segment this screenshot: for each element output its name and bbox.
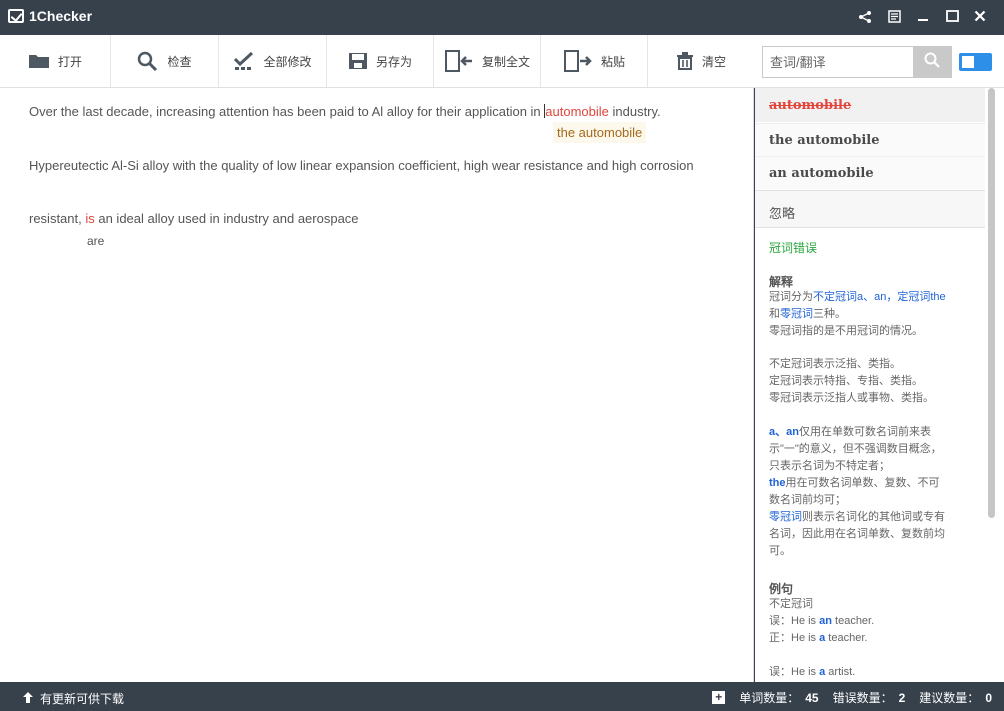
scrollbar-thumb[interactable] bbox=[988, 88, 995, 518]
panel-toggle[interactable] bbox=[959, 53, 992, 71]
suggestion-option-label: an automobile bbox=[769, 166, 874, 181]
toolbar: 打开 检查 全部修改 另存为 复制全文 粘贴 清空 bbox=[0, 35, 1004, 88]
suggestion-count: 建议数量： 0 bbox=[919, 691, 992, 705]
maximize-icon[interactable] bbox=[940, 5, 964, 29]
paste-button[interactable]: 粘贴 bbox=[541, 35, 648, 87]
suggestion-option-label: the automobile bbox=[769, 133, 880, 148]
inline-suggestion[interactable]: the automobile bbox=[553, 122, 647, 143]
status-bar: 有更新可供下载 + 单词数量： 45 错误数量： 2 建议数量： 0 bbox=[0, 682, 1004, 711]
error-word-strikethrough: automobile bbox=[769, 98, 852, 113]
clear-button[interactable]: 清空 bbox=[648, 35, 754, 87]
text-segment: Over the last decade, increasing attenti… bbox=[29, 104, 545, 119]
update-link[interactable]: 有更新可供下载 bbox=[22, 690, 124, 707]
panel-scrollbar[interactable] bbox=[985, 88, 998, 518]
plus-icon[interactable]: + bbox=[712, 691, 726, 704]
copy-icon bbox=[444, 50, 474, 72]
feedback-icon[interactable] bbox=[882, 5, 906, 29]
example-text: 误：He is a artist. bbox=[769, 666, 856, 678]
text-segment: industry. bbox=[608, 104, 661, 119]
copy-all-button[interactable]: 复制全文 bbox=[434, 35, 541, 87]
title-bar: 1Checker bbox=[0, 0, 1004, 35]
folder-icon bbox=[28, 53, 50, 69]
search-button[interactable] bbox=[913, 47, 951, 77]
text-segment: an ideal alloy used in industry and aero… bbox=[94, 211, 359, 226]
ignore-button[interactable]: 忽略 bbox=[755, 190, 985, 228]
error-word[interactable]: automobile bbox=[545, 104, 609, 119]
word-count: 单词数量： 45 bbox=[739, 691, 819, 705]
correction-panel: automobile the automobile an automobile … bbox=[755, 88, 1004, 682]
text-editor[interactable]: Over the last decade, increasing attenti… bbox=[0, 88, 754, 682]
explanation-text: a、an仅用在单数可数名词前来表 示"一"的意义，但不强调数目概念， 只表示名词… bbox=[769, 426, 945, 557]
toggle-knob bbox=[962, 56, 974, 68]
update-label: 有更新可供下载 bbox=[40, 692, 125, 706]
open-label: 打开 bbox=[57, 54, 82, 69]
error-category: 冠词错误 bbox=[769, 241, 818, 255]
ignore-label: 忽略 bbox=[769, 206, 796, 221]
inline-suggestion[interactable]: are bbox=[87, 234, 104, 248]
text-segment: resistant, bbox=[29, 211, 86, 226]
example-text: 不定冠词 误：He is an teacher. 正：He is a teach… bbox=[769, 598, 875, 644]
open-button[interactable]: 打开 bbox=[0, 35, 111, 87]
editor-line: Over the last decade, increasing attenti… bbox=[29, 104, 661, 119]
error-header: automobile bbox=[755, 88, 985, 122]
minimize-icon[interactable] bbox=[911, 5, 935, 29]
editor-line: Hypereutectic Al-Si alloy with the quali… bbox=[29, 158, 694, 173]
app-title: 1Checker bbox=[29, 8, 93, 24]
save-as-button[interactable]: 另存为 bbox=[327, 35, 434, 87]
editor-line: resistant, is an ideal alloy used in ind… bbox=[29, 211, 359, 226]
error-word[interactable]: is bbox=[85, 211, 94, 226]
suggestion-option[interactable]: the automobile bbox=[755, 123, 985, 156]
magnifier-icon bbox=[137, 51, 159, 71]
trash-icon bbox=[676, 52, 694, 70]
fix-all-label: 全部修改 bbox=[263, 54, 312, 69]
share-icon[interactable] bbox=[853, 5, 877, 29]
save-as-label: 另存为 bbox=[375, 54, 412, 69]
fix-all-button[interactable]: 全部修改 bbox=[219, 35, 327, 87]
check-label: 检查 bbox=[167, 54, 192, 69]
clear-label: 清空 bbox=[701, 54, 726, 69]
paste-icon bbox=[563, 50, 593, 72]
save-icon bbox=[348, 52, 368, 70]
suggestion-option[interactable]: an automobile bbox=[755, 156, 985, 189]
status-counts: + 单词数量： 45 错误数量： 2 建议数量： 0 bbox=[712, 689, 992, 706]
upload-arrow-icon bbox=[22, 691, 34, 707]
check-button[interactable]: 检查 bbox=[111, 35, 219, 87]
paste-label: 粘贴 bbox=[600, 54, 625, 69]
close-icon[interactable] bbox=[968, 5, 992, 29]
example-title: 例句 bbox=[769, 582, 794, 596]
copy-all-label: 复制全文 bbox=[481, 54, 530, 69]
explanation-text: 不定冠词表示泛指、类指。 定冠词表示特指、专指、类指。 零冠词表示泛指人或事物、… bbox=[769, 358, 934, 404]
error-count: 错误数量： 2 bbox=[832, 691, 906, 705]
check-all-icon bbox=[233, 51, 255, 71]
search-icon bbox=[924, 52, 940, 73]
explanation-text: 冠词分为不定冠词a、an，定冠词the 和零冠词三种。 零冠词指的是不用冠词的情… bbox=[769, 291, 946, 337]
explanation-title: 解释 bbox=[769, 275, 794, 289]
search-input[interactable] bbox=[763, 47, 913, 77]
app-logo-icon bbox=[8, 9, 24, 23]
search-box bbox=[762, 46, 952, 78]
